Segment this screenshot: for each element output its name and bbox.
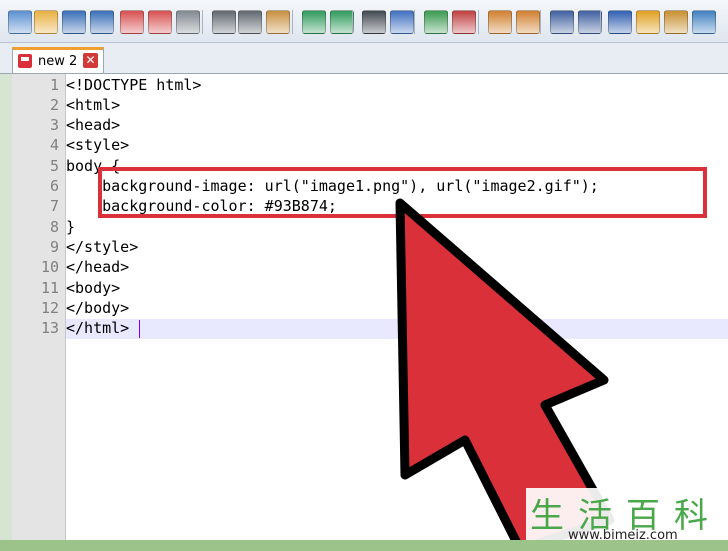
pointer-arrow-icon — [395, 198, 615, 551]
app-window: new 2 ✕ 1 2 3 4 5 6 7 8 9 10 11 12 13 <!… — [0, 0, 728, 551]
bottom-border — [0, 540, 728, 551]
